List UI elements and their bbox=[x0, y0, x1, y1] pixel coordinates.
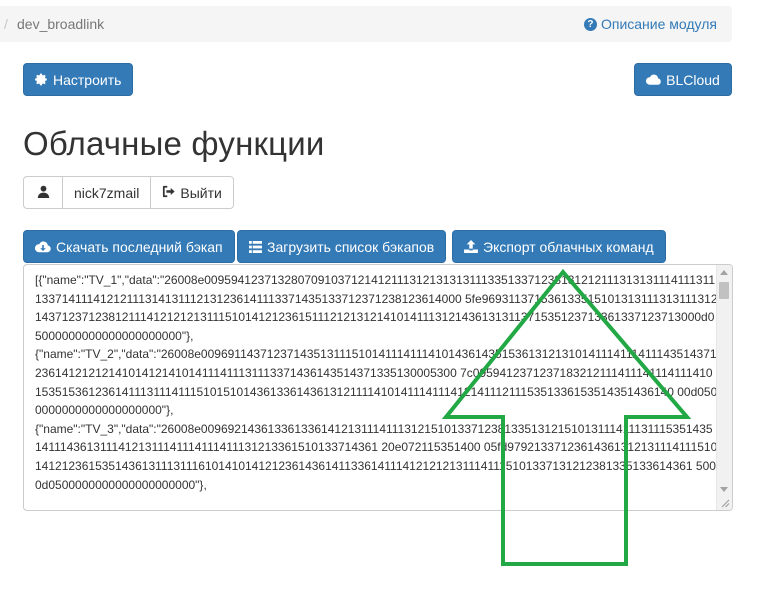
breadcrumb: / dev_broadlink ? Описание модуля bbox=[0, 6, 732, 42]
logout-button[interactable]: Выйти bbox=[150, 176, 234, 209]
user-icon bbox=[37, 185, 50, 201]
export-cloud-commands-label: Экспорт облачных команд bbox=[483, 238, 654, 255]
module-help-label: Описание модуля bbox=[600, 16, 717, 32]
breadcrumb-module[interactable]: dev_broadlink bbox=[17, 16, 104, 32]
cloud-icon bbox=[646, 74, 661, 85]
blcloud-button[interactable]: BLCloud bbox=[634, 63, 732, 96]
scroll-down-arrow-icon[interactable] bbox=[720, 487, 728, 492]
upload-icon bbox=[464, 240, 478, 253]
page-title: Облачные функции bbox=[23, 125, 325, 162]
sign-out-icon bbox=[162, 185, 176, 201]
configure-label: Настроить bbox=[53, 71, 122, 88]
scroll-up-arrow-icon[interactable] bbox=[720, 270, 728, 275]
blcloud-label: BLCloud bbox=[666, 71, 720, 88]
export-textarea[interactable]: [{"name":"TV_1","data":"26008e0095941237… bbox=[23, 264, 733, 511]
logout-label: Выйти bbox=[180, 184, 222, 201]
module-help-link[interactable]: ? Описание модуля bbox=[583, 16, 717, 32]
scrollbar-thumb[interactable] bbox=[719, 282, 729, 299]
download-latest-backup-label: Скачать последний бэкап bbox=[56, 238, 223, 255]
export-textarea-content[interactable]: [{"name":"TV_1","data":"26008e0095941237… bbox=[35, 271, 718, 494]
download-latest-backup-button[interactable]: Скачать последний бэкап bbox=[23, 230, 235, 263]
list-icon bbox=[249, 240, 262, 253]
username: nick7zmail bbox=[62, 176, 152, 209]
resize-grip-icon[interactable] bbox=[720, 498, 730, 508]
gear-icon bbox=[35, 73, 48, 86]
question-circle-icon: ? bbox=[583, 17, 597, 31]
user-button-group: nick7zmail Выйти bbox=[23, 176, 234, 209]
textarea-scrollbar[interactable] bbox=[716, 265, 732, 510]
export-cloud-commands-button[interactable]: Экспорт облачных команд bbox=[452, 230, 666, 263]
cloud-download-icon bbox=[35, 240, 51, 253]
user-avatar-button bbox=[23, 176, 63, 209]
configure-button[interactable]: Настроить bbox=[23, 63, 134, 96]
load-backup-list-label: Загрузить список бэкапов bbox=[267, 238, 435, 255]
breadcrumb-separator: / bbox=[4, 16, 8, 32]
load-backup-list-button[interactable]: Загрузить список бэкапов bbox=[237, 230, 447, 263]
